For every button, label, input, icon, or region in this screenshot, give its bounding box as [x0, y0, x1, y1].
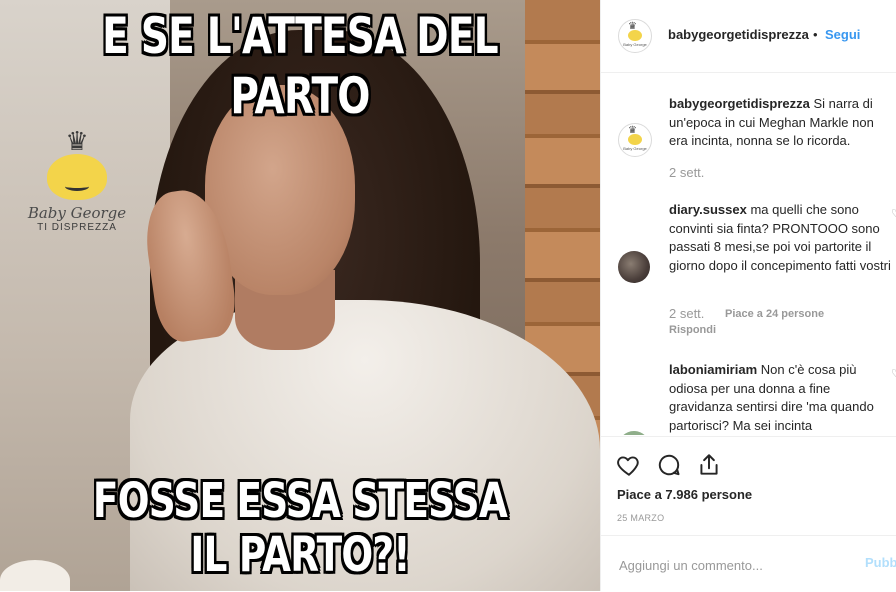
comment-likes[interactable]: Piace a 24 persone — [725, 308, 824, 320]
caption-text-block: babygeorgetidisprezza Si narra di un'epo… — [669, 95, 894, 151]
comment-time[interactable]: 2 sett. — [669, 165, 704, 180]
account-username-link[interactable]: babygeorgetidisprezza — [668, 27, 809, 42]
publish-button[interactable]: Pubb — [865, 555, 896, 570]
heart-icon[interactable] — [616, 452, 642, 478]
comment-input[interactable] — [617, 554, 851, 576]
post-header: ♛ Baby George babygeorgetidisprezza • Se… — [601, 0, 896, 73]
watermark-subtitle: TI DISPREZZA — [37, 222, 117, 233]
watermark-brand: Baby George — [27, 204, 127, 222]
brand-watermark: ♛ Baby George TI DISPREZZA — [22, 128, 132, 233]
caption-comment: ♛ Baby George babygeorgetidisprezza Si n… — [601, 95, 896, 185]
share-icon[interactable] — [696, 452, 722, 478]
add-comment-bar: Pubb — [601, 535, 896, 592]
post-image[interactable]: ♛ Baby George TI DISPREZZA E SE L'ATTESA… — [0, 0, 600, 591]
meme-bottom-line-2: IL PARTO?! — [190, 527, 410, 583]
meme-top-caption: E SE L'ATTESA DEL PARTO — [102, 7, 498, 125]
post-side-panel: ♛ Baby George babygeorgetidisprezza • Se… — [600, 0, 896, 591]
comment-like-icon[interactable]: ♡ — [891, 207, 896, 220]
follow-button[interactable]: Segui — [825, 27, 860, 42]
baby-head-icon — [628, 30, 642, 41]
comment-text-block: diary.sussex ma quelli che sono convinti… — [669, 201, 894, 275]
comments-list[interactable]: ♛ Baby George babygeorgetidisprezza Si n… — [601, 73, 896, 435]
list-item: laboniamiriam Non c'è cosa più odiosa pe… — [601, 361, 896, 435]
comment-username[interactable]: babygeorgetidisprezza — [669, 96, 810, 111]
baby-head-icon — [628, 134, 642, 145]
meme-bottom-line-1: FOSSE ESSA STESSA — [92, 473, 508, 529]
list-item: diary.sussex ma quelli che sono convinti… — [601, 201, 896, 341]
comment-time[interactable]: 2 sett. — [669, 306, 704, 321]
comment-username[interactable]: diary.sussex — [669, 202, 747, 217]
post-likes-count[interactable]: Piace a 7.986 persone — [617, 487, 752, 502]
commenter-avatar[interactable] — [618, 431, 650, 435]
caption-author-avatar[interactable]: ♛ Baby George — [618, 123, 652, 157]
header-separator: • — [813, 27, 818, 42]
comment-icon[interactable] — [656, 452, 682, 478]
baby-head-icon — [47, 154, 107, 200]
post-actions: Piace a 7.986 persone 25 MARZO — [601, 436, 896, 537]
avatar-brand-text: Baby George — [623, 146, 647, 151]
comment-like-icon[interactable]: ♡ — [891, 367, 896, 380]
commenter-avatar[interactable] — [618, 251, 650, 283]
meme-bottom-caption: FOSSE ESSA STESSA IL PARTO?! — [66, 474, 534, 582]
crown-icon: ♛ — [65, 126, 89, 156]
comment-username[interactable]: laboniamiriam — [669, 362, 757, 377]
comment-text-block: laboniamiriam Non c'è cosa più odiosa pe… — [669, 361, 894, 435]
post-date[interactable]: 25 MARZO — [617, 513, 664, 523]
reply-button[interactable]: Rispondi — [669, 324, 716, 336]
avatar-brand-text: Baby George — [623, 42, 647, 47]
account-avatar[interactable]: ♛ Baby George — [618, 19, 652, 53]
